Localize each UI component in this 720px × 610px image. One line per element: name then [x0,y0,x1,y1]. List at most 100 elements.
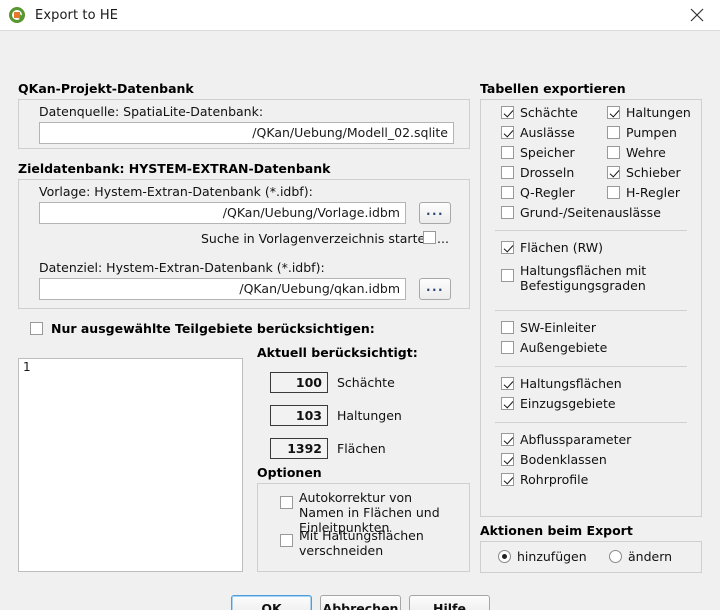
count-label-haltungen: Haltungen [337,408,402,423]
separator-3 [495,366,687,367]
template-label: Vorlage: Hystem-Extran-Datenbank (*.idbf… [39,184,313,199]
subareas-label: Nur ausgewählte Teilgebiete berücksichti… [51,321,375,336]
checkbox-haltungsflaechen-befestigung[interactable] [501,269,514,282]
label-speicher: Speicher [520,145,575,160]
label-sw-einleiter: SW-Einleiter [520,320,596,335]
table-checkbox-auslaesse[interactable]: Auslässe [501,126,575,140]
checkbox-aussengebiete[interactable] [501,341,514,354]
checkbox-wehre[interactable] [607,146,620,159]
options-panel: Autokorrektur von Namen in Flächen und E… [257,483,470,572]
table-checkbox-schaechte[interactable]: Schächte [501,106,578,120]
options-title: Optionen [257,465,322,480]
table-checkbox-haltungsflaechen-befestigung[interactable]: Haltungsflächen mit Befestigungsgraden [501,263,676,293]
label-abflussparameter: Abflussparameter [520,432,632,447]
subareas-checkbox-row[interactable]: Nur ausgewählte Teilgebiete berücksichti… [30,321,375,336]
destination-input[interactable]: /QKan/Uebung/qkan.idbm [39,278,406,300]
separator-2 [495,310,687,311]
checkbox-h-regler[interactable] [607,186,620,199]
template-input[interactable]: /QKan/Uebung/Vorlage.idbm [39,202,406,224]
radio-hinzufuegen[interactable] [498,550,511,563]
table-checkbox-aussengebiete[interactable]: Außengebiete [501,341,607,355]
checkbox-bodenklassen[interactable] [501,453,514,466]
table-checkbox-grundauslaesse[interactable]: Grund-/Seitenauslässe [501,206,661,220]
tables-panel: Schächte Haltungen Auslässe Pumpen Speic… [480,99,702,517]
checkbox-flaechen-rw[interactable] [501,241,514,254]
checkbox-schaechte[interactable] [501,106,514,119]
checkbox-schieber[interactable] [607,166,620,179]
option-intersect-checkbox[interactable] [280,534,293,547]
count-value-haltungen: 103 [270,405,328,426]
search-template-label: Suche in Vorlagenverzeichnis starten ... [201,231,449,246]
close-icon[interactable] [674,0,720,30]
help-button[interactable]: Hilfe [409,595,490,610]
label-haltungsflaechen-befestigung: Haltungsflächen mit Befestigungsgraden [520,263,647,293]
option-intersect-label: Mit Haltungsflächen verschneiden [299,528,424,558]
checkbox-rohrprofile[interactable] [501,473,514,486]
radio-row-aendern[interactable]: ändern [609,550,672,564]
subareas-checkbox[interactable] [30,322,43,335]
ok-button[interactable]: OK [231,595,312,610]
checkbox-q-regler[interactable] [501,186,514,199]
table-checkbox-q-regler[interactable]: Q-Regler [501,186,575,200]
checkbox-abflussparameter[interactable] [501,433,514,446]
checkbox-speicher[interactable] [501,146,514,159]
label-haltungsflaechen: Haltungsflächen [520,376,622,391]
datasource-input[interactable]: /QKan/Uebung/Modell_02.sqlite [39,122,454,144]
actions-panel: hinzufügen ändern [480,541,702,573]
table-checkbox-flaechen-rw[interactable]: Flächen (RW) [501,241,603,255]
list-item[interactable]: 1 [19,359,242,375]
label-pumpen: Pumpen [626,125,677,140]
label-schaechte: Schächte [520,105,578,120]
option-autocorrect-checkbox[interactable] [280,496,293,509]
actions-group-title: Aktionen beim Export [480,523,633,538]
table-checkbox-wehre[interactable]: Wehre [607,146,666,160]
option-intersect-row[interactable]: Mit Haltungsflächen verschneiden [280,528,458,558]
table-checkbox-rohrprofile[interactable]: Rohrprofile [501,473,588,487]
checkbox-einzugsgebiete[interactable] [501,397,514,410]
table-checkbox-haltungen[interactable]: Haltungen [607,106,691,120]
checkbox-haltungen[interactable] [607,106,620,119]
checkbox-pumpen[interactable] [607,126,620,139]
radio-row-hinzufuegen[interactable]: hinzufügen [498,550,587,564]
table-checkbox-speicher[interactable]: Speicher [501,146,575,160]
table-checkbox-einzugsgebiete[interactable]: Einzugsgebiete [501,397,616,411]
count-label-flaechen: Flächen [337,441,386,456]
separator-4 [495,422,687,423]
search-template-checkbox[interactable] [423,231,436,244]
label-auslaesse: Auslässe [520,125,575,140]
checkbox-auslaesse[interactable] [501,126,514,139]
label-haltungen: Haltungen [626,105,691,120]
label-h-regler: H-Regler [626,185,680,200]
template-browse-button[interactable]: ... [419,202,451,224]
checkbox-sw-einleiter[interactable] [501,321,514,334]
label-wehre: Wehre [626,145,666,160]
checkbox-haltungsflaechen[interactable] [501,377,514,390]
subareas-listbox[interactable]: 1 [18,358,243,572]
counts-title: Aktuell berücksichtigt: [257,345,418,360]
label-hinzufuegen: hinzufügen [517,549,587,564]
label-grundauslaesse: Grund-/Seitenauslässe [520,205,661,220]
count-row-haltungen: 103 Haltungen [270,405,402,426]
table-checkbox-pumpen[interactable]: Pumpen [607,126,677,140]
table-checkbox-drosseln[interactable]: Drosseln [501,166,574,180]
count-label-schaechte: Schächte [337,375,395,390]
table-checkbox-haltungsflaechen[interactable]: Haltungsflächen [501,377,622,391]
window-title: Export to HE [35,7,119,23]
label-schieber: Schieber [626,165,681,180]
checkbox-drosseln[interactable] [501,166,514,179]
export-dialog: QKan-Projekt-Datenbank Datenquelle: Spat… [0,31,720,610]
label-aendern: ändern [628,549,673,564]
count-value-schaechte: 100 [270,372,328,393]
table-checkbox-sw-einleiter[interactable]: SW-Einleiter [501,321,596,335]
label-flaechen-rw: Flächen (RW) [520,240,603,255]
table-checkbox-schieber[interactable]: Schieber [607,166,681,180]
table-checkbox-h-regler[interactable]: H-Regler [607,186,680,200]
title-bar: Export to HE [0,0,720,31]
checkbox-grundauslaesse[interactable] [501,206,514,219]
cancel-button[interactable]: Abbrechen [320,595,401,610]
target-db-panel: Vorlage: Hystem-Extran-Datenbank (*.idbf… [18,179,470,309]
destination-browse-button[interactable]: ... [419,278,451,300]
radio-aendern[interactable] [609,550,622,563]
table-checkbox-bodenklassen[interactable]: Bodenklassen [501,453,607,467]
table-checkbox-abflussparameter[interactable]: Abflussparameter [501,433,631,447]
